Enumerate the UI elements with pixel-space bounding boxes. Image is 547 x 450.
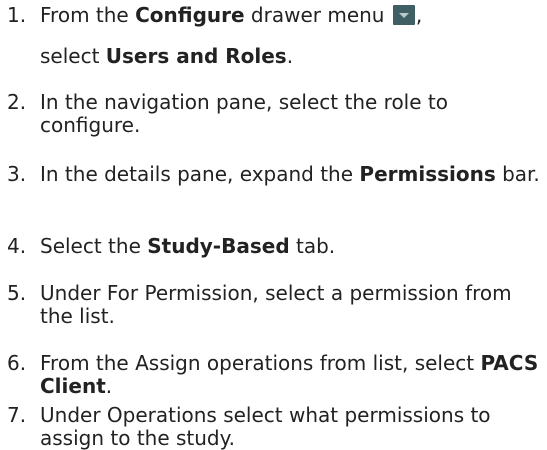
step-number: 5.	[7, 281, 27, 305]
step-number: 1.	[7, 3, 27, 27]
step-text: Select the Study-Based tab.	[40, 234, 336, 258]
drawer-menu-dropdown-icon	[392, 5, 415, 25]
study-based-label: Study-Based	[147, 234, 290, 258]
step-number: 2.	[7, 90, 27, 114]
step-number: 3.	[7, 162, 27, 186]
permissions-label: Permissions	[359, 162, 496, 186]
step-text: In the details pane, expand the Permissi…	[40, 162, 540, 186]
step-text: Under For Permission, select a permissio…	[40, 281, 512, 328]
users-and-roles-label: Users and Roles	[105, 44, 287, 68]
step-number: 6.	[7, 351, 27, 375]
step-text: From the Configure drawer menu , select …	[40, 3, 423, 68]
instruction-steps-list: 1. From the Configure drawer menu , sele…	[0, 0, 547, 450]
step-text: From the Assign operations from list, se…	[40, 351, 539, 398]
step-number: 4.	[7, 234, 27, 258]
step-text: Under Operations select what permissions…	[40, 403, 491, 450]
step-number: 7.	[7, 403, 27, 427]
step-text: In the navigation pane, select the role …	[40, 90, 448, 137]
configure-label: Configure	[135, 3, 245, 27]
